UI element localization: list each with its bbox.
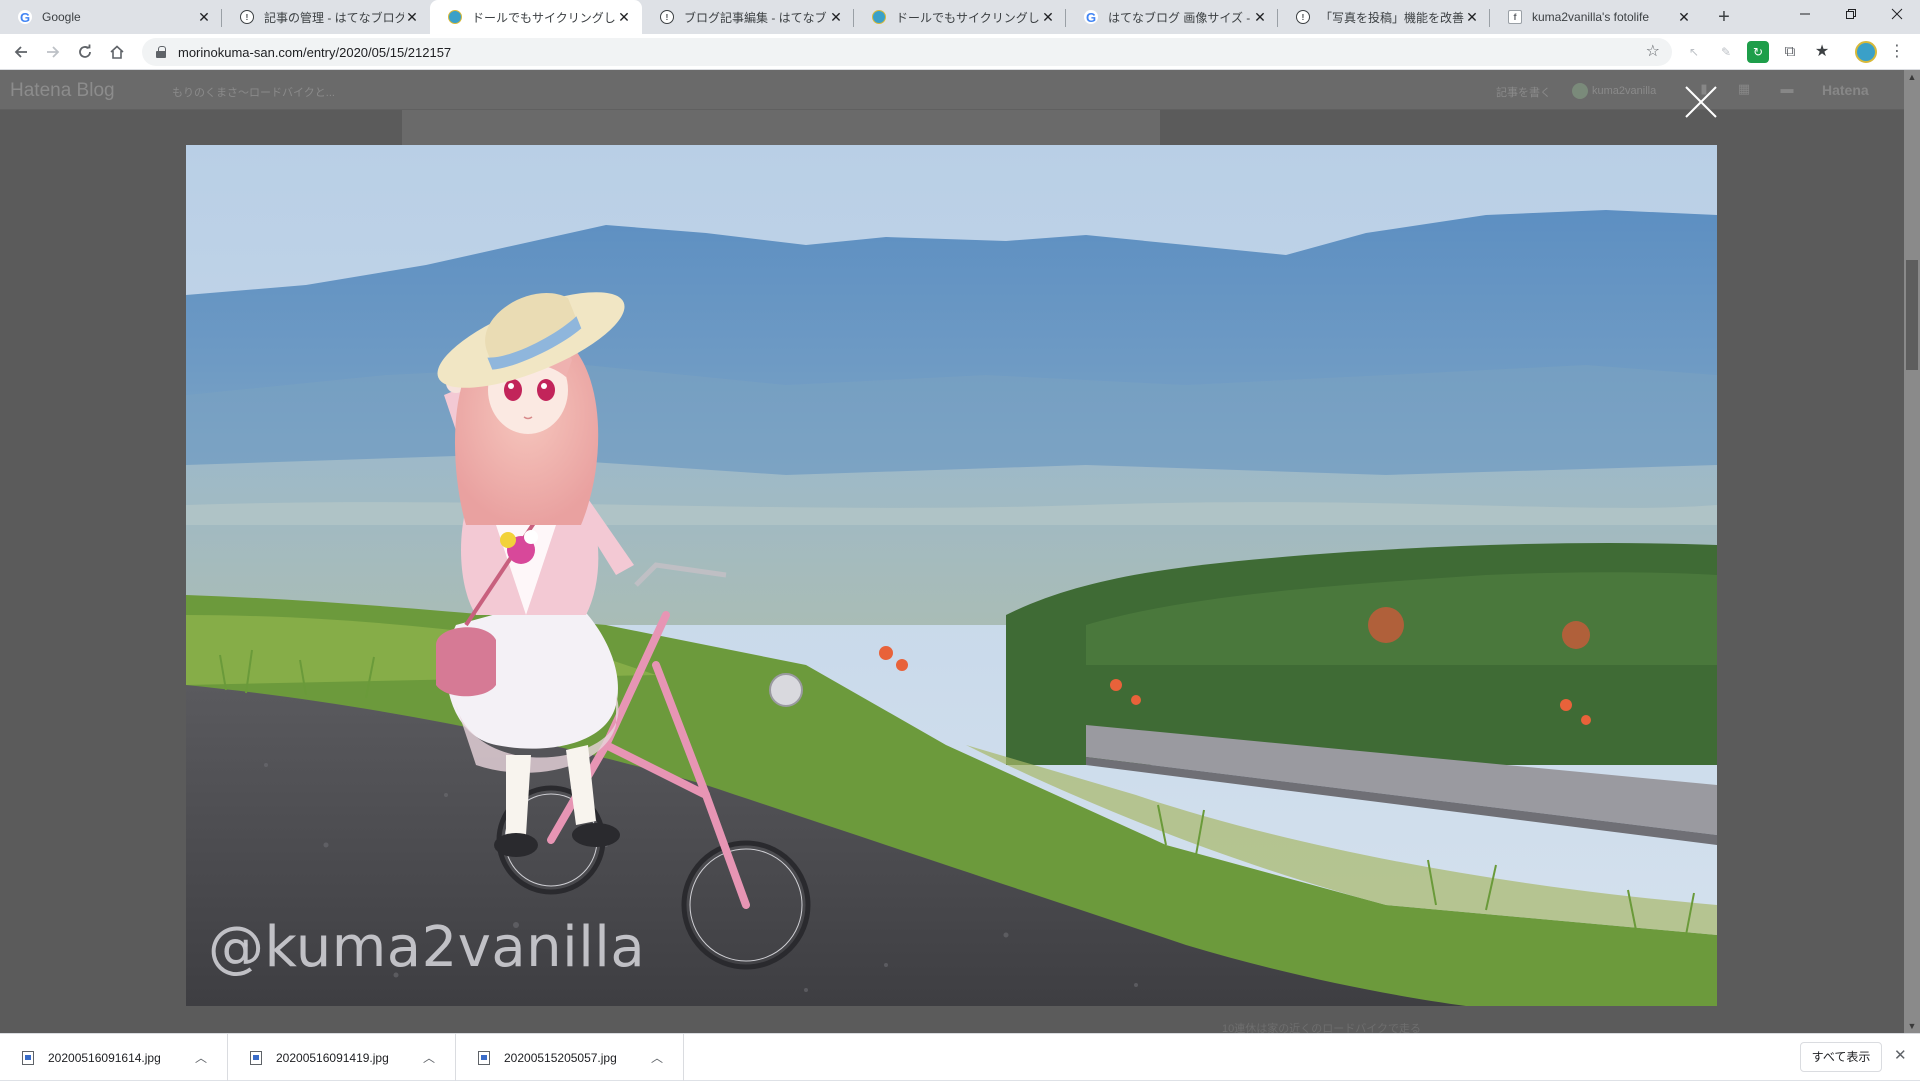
tab-doll-cycling-active[interactable]: ドールでもサイクリングしましょう ✕: [430, 0, 642, 34]
google-icon: G: [18, 9, 32, 25]
reload-icon: [79, 44, 91, 58]
extension-sync-icon[interactable]: ↻: [1747, 41, 1769, 63]
blog-favicon-icon: [872, 10, 886, 24]
download-shelf: 20200516091614.jpg ︿ 20200516091419.jpg …: [0, 1033, 1920, 1081]
extension-pen-icon[interactable]: ✎: [1715, 41, 1737, 63]
menu-icon[interactable]: ⋮: [1886, 41, 1908, 63]
tab-google[interactable]: G Google ✕: [0, 0, 222, 34]
tab-google-search[interactable]: G はてなブログ 画像サイズ - Goo ✕: [1066, 0, 1278, 34]
extension-copy-icon[interactable]: ⧉: [1779, 41, 1801, 63]
chevron-up-icon[interactable]: ︿: [195, 1049, 207, 1066]
photo-watermark: @kuma2vanilla: [208, 915, 646, 980]
minimize-button[interactable]: [1782, 0, 1828, 30]
profile-avatar[interactable]: [1855, 41, 1877, 63]
scrollbar-thumb[interactable]: [1906, 260, 1918, 370]
restore-button[interactable]: [1828, 0, 1874, 30]
close-icon[interactable]: ✕: [828, 9, 844, 26]
apps-grid-icon[interactable]: ▦: [1735, 81, 1753, 99]
lightbox-photo: @kuma2vanilla: [186, 145, 1717, 1006]
blog-name-dropdown[interactable]: もりのくまさ～ロードバイクと...: [172, 84, 335, 100]
browser-toolbar: morinokuma-san.com/entry/2020/05/15/2121…: [0, 34, 1920, 70]
tab-blog-edit[interactable]: ! ブログ記事編集 - はてなブログ ✕: [642, 0, 854, 34]
restore-icon: [1846, 9, 1856, 19]
extension-cursor-icon[interactable]: ↖: [1683, 41, 1705, 63]
blog-favicon-icon: [448, 10, 462, 24]
tab-title: kuma2vanilla's fotolife: [1532, 10, 1650, 24]
close-icon[interactable]: ✕: [616, 9, 632, 26]
hatena-icon: !: [240, 10, 254, 24]
bookmark-star-icon[interactable]: ☆: [1646, 41, 1660, 61]
hatena-blog-logo[interactable]: Hatena Blog: [10, 80, 115, 102]
tab-photo-post-improve[interactable]: ! 「写真を投稿」機能を改善し ✕: [1278, 0, 1490, 34]
address-bar[interactable]: morinokuma-san.com/entry/2020/05/15/2121…: [142, 38, 1672, 66]
tab-strip: G Google ✕ ! 記事の管理 - はてなブログ ✕ ドールでもサイクリン…: [0, 0, 1920, 34]
tab-title: Google: [42, 10, 81, 24]
close-icon[interactable]: ✕: [404, 9, 420, 26]
window-close-button[interactable]: [1874, 0, 1920, 30]
tab-title: 記事の管理 - はてなブログ: [264, 10, 404, 25]
download-item[interactable]: 20200516091419.jpg ︿: [228, 1034, 456, 1081]
download-item[interactable]: 20200516091614.jpg ︿: [0, 1034, 228, 1081]
back-button[interactable]: [8, 39, 34, 65]
article-image-edge: [402, 110, 1160, 145]
tab-title: ドールでもサイクリングしましょう: [896, 10, 1040, 25]
home-button[interactable]: [104, 39, 130, 65]
new-tab-button[interactable]: +: [1710, 4, 1738, 30]
download-item[interactable]: 20200515205057.jpg ︿: [456, 1034, 684, 1081]
close-icon[interactable]: ✕: [1464, 9, 1480, 26]
close-icon: [1891, 8, 1903, 20]
tab-title: はてなブログ 画像サイズ - Goo: [1108, 10, 1252, 25]
image-file-icon: [478, 1050, 490, 1065]
scroll-down-icon[interactable]: ▼: [1904, 1021, 1920, 1031]
download-filename: 20200516091419.jpg: [276, 1050, 389, 1065]
minimize-icon: [1800, 13, 1810, 15]
notification-icon[interactable]: ▬: [1778, 81, 1796, 99]
close-icon[interactable]: ✕: [1894, 1046, 1907, 1064]
close-icon[interactable]: ✕: [1676, 9, 1692, 26]
avatar: [1572, 83, 1588, 99]
article-caption: 10連休は家の近くのロードバイクで走る: [1222, 1023, 1422, 1033]
fotolife-icon: f: [1508, 10, 1522, 24]
image-file-icon: [250, 1050, 262, 1065]
tab-doll-cycling[interactable]: ドールでもサイクリングしましょう ✕: [854, 0, 1066, 34]
chevron-up-icon[interactable]: ︿: [423, 1049, 435, 1066]
chevron-up-icon[interactable]: ︿: [651, 1049, 663, 1066]
back-arrow-icon: [14, 46, 27, 58]
google-icon: G: [1084, 9, 1098, 25]
tab-title: ブログ記事編集 - はてなブログ: [684, 10, 828, 25]
download-filename: 20200516091614.jpg: [48, 1050, 161, 1065]
hatena-icon: !: [660, 10, 674, 24]
url-text: morinokuma-san.com/entry/2020/05/15/2121…: [178, 44, 452, 60]
tab-title: 「写真を投稿」機能を改善し: [1320, 10, 1464, 25]
tab-fotolife[interactable]: f kuma2vanilla's fotolife ✕: [1490, 0, 1702, 34]
page-viewport: Hatena Blog もりのくまさ～ロードバイクと... 記事を書く kuma…: [0, 70, 1920, 1033]
forward-arrow-icon: [47, 46, 60, 58]
hatena-brand-logo[interactable]: Hatena: [1822, 82, 1869, 98]
hatena-icon: !: [1296, 10, 1310, 24]
reload-button[interactable]: [72, 39, 98, 65]
show-all-downloads-button[interactable]: すべて表示: [1800, 1042, 1882, 1072]
tab-article-management[interactable]: ! 記事の管理 - はてなブログ ✕: [222, 0, 430, 34]
close-icon[interactable]: ✕: [1252, 9, 1268, 26]
username: kuma2vanilla: [1592, 85, 1657, 97]
doll-cycling-photo: [186, 145, 1717, 1006]
home-icon: [110, 45, 124, 59]
hatena-header: Hatena Blog もりのくまさ～ロードバイクと... 記事を書く kuma…: [0, 70, 1904, 110]
lightbox-close-icon[interactable]: [1683, 84, 1719, 120]
page-scrollbar[interactable]: ▲ ▼: [1904, 70, 1920, 1033]
close-icon[interactable]: ✕: [1040, 9, 1056, 26]
scroll-up-icon[interactable]: ▲: [1904, 72, 1920, 82]
close-icon[interactable]: ✕: [196, 9, 212, 26]
tab-title: ドールでもサイクリングしましょう: [472, 10, 616, 25]
download-filename: 20200515205057.jpg: [504, 1050, 617, 1065]
image-file-icon: [22, 1050, 34, 1065]
user-menu[interactable]: kuma2vanilla: [1572, 83, 1656, 99]
bookmarks-star-icon[interactable]: ★: [1811, 41, 1833, 63]
forward-button[interactable]: [40, 39, 66, 65]
lock-icon: [156, 46, 166, 58]
write-article-link[interactable]: 記事を書く: [1496, 84, 1551, 100]
